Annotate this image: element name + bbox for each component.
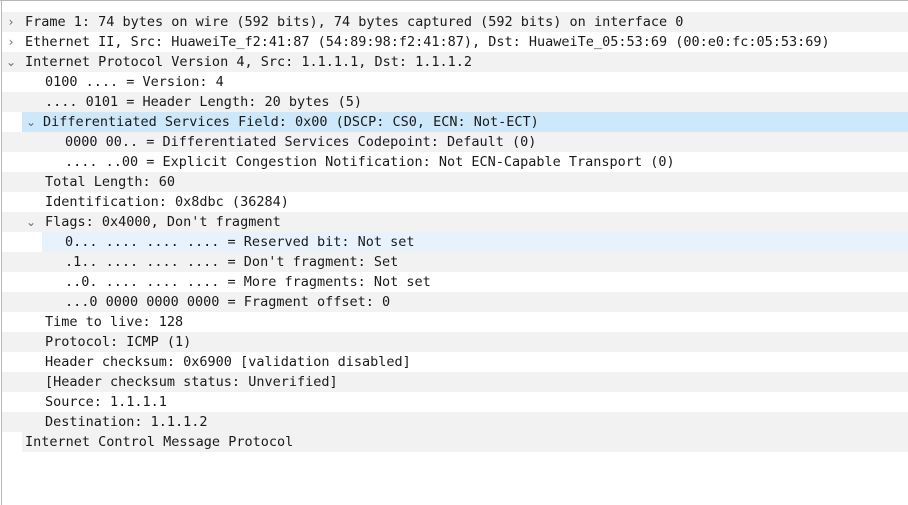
tree-row-label: Identification: 0x8dbc (36284) bbox=[45, 194, 289, 210]
tree-row-label: 0000 00.. = Differentiated Services Code… bbox=[65, 134, 537, 150]
tree-row-frame[interactable]: › Frame 1: 74 bytes on wire (592 bits), … bbox=[2, 12, 908, 32]
tree-row-destination[interactable]: Destination: 1.1.1.2 bbox=[2, 412, 908, 432]
tree-row-label: Destination: 1.1.1.2 bbox=[45, 414, 208, 430]
collapse-arrow-icon[interactable]: ⌄ bbox=[24, 112, 38, 132]
tree-row-label: Internet Control Message Protocol bbox=[25, 434, 294, 450]
tree-row-label: Total Length: 60 bbox=[45, 174, 176, 190]
tree-row-label: 0... .... .... .... = Reserved bit: Not … bbox=[65, 234, 415, 250]
tree-row-label: Ethernet II, Src: HuaweiTe_f2:41:87 (54:… bbox=[25, 34, 830, 50]
tree-row-label: .... ..00 = Explicit Congestion Notifica… bbox=[65, 154, 675, 170]
tree-row-label: Differentiated Services Field: 0x00 (DSC… bbox=[43, 114, 539, 130]
tree-row-checksum-status[interactable]: [Header checksum status: Unverified] bbox=[2, 372, 908, 392]
tree-row-header-length[interactable]: .... 0101 = Header Length: 20 bytes (5) bbox=[2, 92, 908, 112]
tree-row-label: Header checksum: 0x6900 [validation disa… bbox=[45, 354, 411, 370]
expand-arrow-icon[interactable]: › bbox=[4, 12, 18, 32]
collapse-arrow-icon[interactable]: ⌄ bbox=[4, 52, 18, 72]
tree-row-reserved-bit[interactable]: 0... .... .... .... = Reserved bit: Not … bbox=[42, 232, 908, 252]
collapse-arrow-icon[interactable]: ⌄ bbox=[24, 212, 38, 232]
tree-row-header-checksum[interactable]: Header checksum: 0x6900 [validation disa… bbox=[2, 352, 908, 372]
tree-row-label: 0100 .... = Version: 4 bbox=[45, 74, 224, 90]
tree-row-label: Frame 1: 74 bytes on wire (592 bits), 74… bbox=[25, 14, 684, 30]
tree-row-label: ..0. .... .... .... = More fragments: No… bbox=[65, 274, 431, 290]
tree-row-fragment-offset[interactable]: ...0 0000 0000 0000 = Fragment offset: 0 bbox=[2, 292, 908, 312]
tree-row-total-length[interactable]: Total Length: 60 bbox=[2, 172, 908, 192]
tree-row-label: ...0 0000 0000 0000 = Fragment offset: 0 bbox=[65, 294, 391, 310]
tree-row-label: Time to live: 128 bbox=[45, 314, 184, 330]
tree-row-label: .... 0101 = Header Length: 20 bytes (5) bbox=[45, 94, 362, 110]
tree-row-version[interactable]: 0100 .... = Version: 4 bbox=[2, 72, 908, 92]
tree-row-flags[interactable]: ⌄ Flags: 0x4000, Don't fragment bbox=[2, 212, 908, 232]
tree-row-ipv4[interactable]: ⌄ Internet Protocol Version 4, Src: 1.1.… bbox=[2, 52, 908, 72]
tree-row-protocol[interactable]: Protocol: ICMP (1) bbox=[2, 332, 908, 352]
tree-row-ethernet[interactable]: › Ethernet II, Src: HuaweiTe_f2:41:87 (5… bbox=[2, 32, 908, 52]
tree-row-dscp[interactable]: 0000 00.. = Differentiated Services Code… bbox=[2, 132, 908, 152]
tree-row-icmp[interactable]: › Internet Control Message Protocol bbox=[22, 432, 908, 452]
tree-row-label: Protocol: ICMP (1) bbox=[45, 334, 192, 350]
tree-row-label: .1.. .... .... .... = Don't fragment: Se… bbox=[65, 254, 399, 270]
tree-row-label: Source: 1.1.1.1 bbox=[45, 394, 167, 410]
tree-row-dont-fragment[interactable]: .1.. .... .... .... = Don't fragment: Se… bbox=[2, 252, 908, 272]
tree-row-more-fragments[interactable]: ..0. .... .... .... = More fragments: No… bbox=[2, 272, 908, 292]
expand-arrow-icon[interactable]: › bbox=[4, 32, 18, 52]
tree-row-ttl[interactable]: Time to live: 128 bbox=[2, 312, 908, 332]
tree-row-label: Flags: 0x4000, Don't fragment bbox=[45, 214, 281, 230]
tree-row-ecn[interactable]: .... ..00 = Explicit Congestion Notifica… bbox=[2, 152, 908, 172]
tree-row-identification[interactable]: Identification: 0x8dbc (36284) bbox=[2, 192, 908, 212]
tree-row-label: [Header checksum status: Unverified] bbox=[45, 374, 338, 390]
tree-row-source[interactable]: Source: 1.1.1.1 bbox=[2, 392, 908, 412]
pane-top-border bbox=[0, 0, 908, 1]
tree-row-label: Internet Protocol Version 4, Src: 1.1.1.… bbox=[25, 54, 473, 70]
packet-details-pane: › Frame 1: 74 bytes on wire (592 bits), … bbox=[0, 0, 908, 505]
tree-row-dsfield[interactable]: ⌄ Differentiated Services Field: 0x00 (D… bbox=[22, 112, 908, 132]
